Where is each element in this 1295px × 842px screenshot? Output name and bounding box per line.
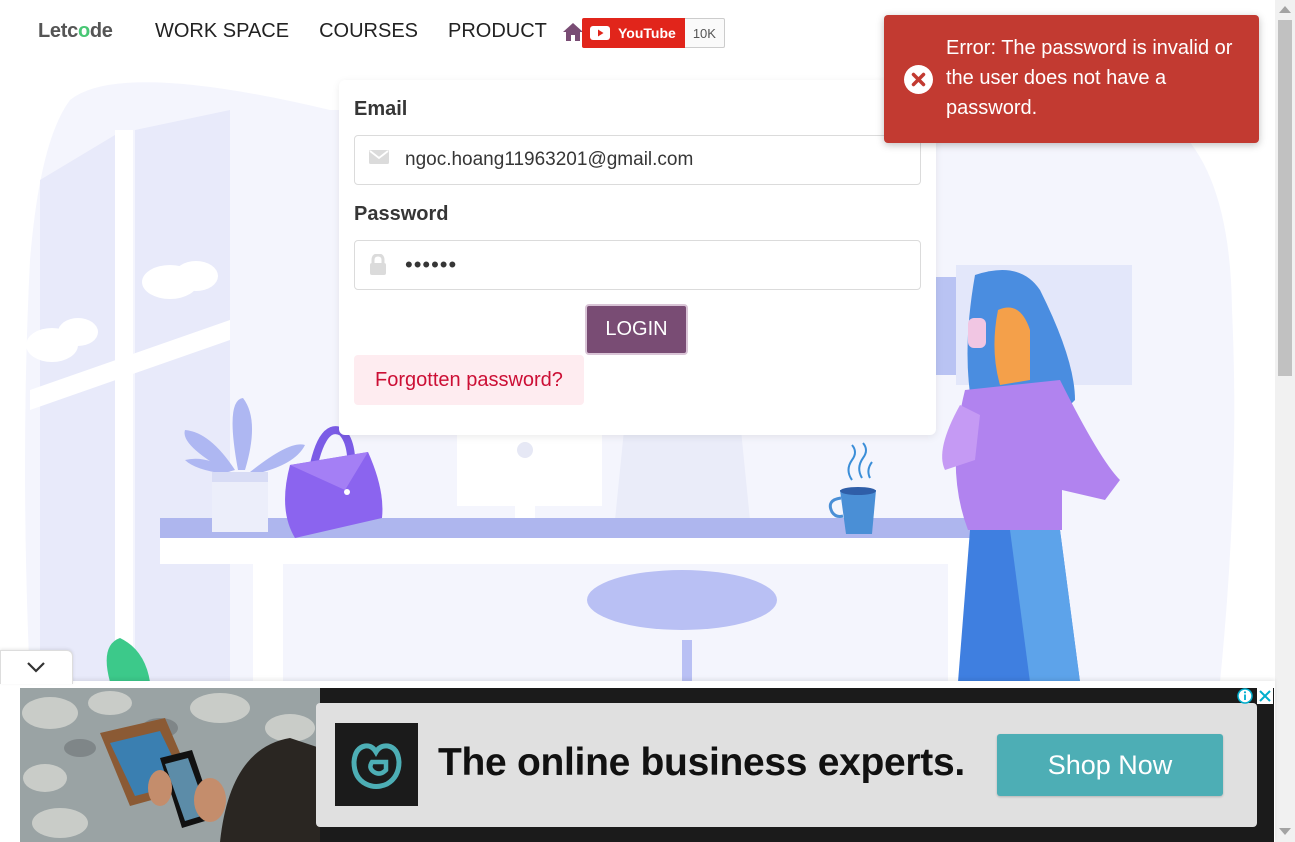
logo-text-o: o [77,20,90,42]
password-label: Password [354,203,449,225]
youtube-play-icon [590,26,610,40]
password-field[interactable]: •••••• [354,240,921,290]
letcode-logo[interactable]: Letcode [38,20,113,43]
ad-collapse-button[interactable] [0,650,73,684]
toast-message: Error: The password is invalid or the us… [946,37,1233,119]
forgotten-password-link[interactable]: Forgotten password? [354,355,584,405]
youtube-button[interactable]: YouTube [582,18,685,48]
ad-panel: The online business experts. Shop Now [316,703,1257,827]
envelope-icon [369,149,389,170]
ad-photo [20,688,320,842]
page-scrollbar[interactable] [1275,0,1295,842]
lock-icon [369,253,387,280]
error-circle-x-icon [904,65,933,99]
scroll-down-arrow-icon[interactable] [1279,828,1291,835]
youtube-label: YouTube [618,25,676,41]
nav-product[interactable]: PRODUCT [448,20,547,43]
scroll-up-arrow-icon[interactable] [1279,6,1291,13]
ad-info-icon[interactable] [1237,688,1253,704]
main-nav: WORK SPACE COURSES PRODUCT [155,20,547,43]
logo-text-a: Letc [38,20,78,42]
logo-text-b: de [89,20,113,42]
email-field[interactable]: ngoc.hoang11963201@gmail.com [354,135,921,185]
email-label: Email [354,98,408,120]
ad-headline: The online business experts. [438,741,965,784]
nav-work-space[interactable]: WORK SPACE [155,20,289,43]
home-icon[interactable] [562,22,584,47]
chevron-down-icon [27,662,45,673]
scroll-thumb[interactable] [1278,20,1292,376]
email-value[interactable]: ngoc.hoang11963201@gmail.com [405,149,693,171]
youtube-subscriber-count: 10K [684,18,725,48]
ad-banner[interactable]: The online business experts. Shop Now [20,688,1274,842]
error-toast[interactable]: Error: The password is invalid or the us… [884,15,1259,143]
youtube-subscribe[interactable]: YouTube 10K [582,18,725,48]
shop-now-button[interactable]: Shop Now [997,734,1223,796]
login-card: Email ngoc.hoang11963201@gmail.com Passw… [339,80,936,435]
godaddy-g-icon [335,723,418,806]
password-value[interactable]: •••••• [405,252,457,278]
ad-close-icon[interactable] [1257,688,1273,704]
nav-courses[interactable]: COURSES [319,20,418,43]
login-button[interactable]: LOGIN [585,304,688,355]
